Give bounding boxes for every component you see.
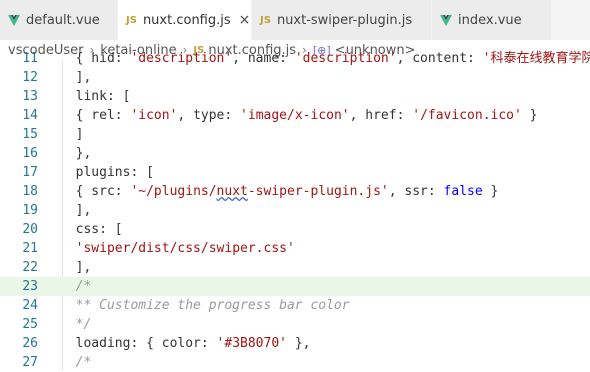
code-line[interactable]: 13 link: [ [0,87,590,106]
code-line[interactable]: 27 /* [0,353,590,372]
tab-label: nuxt-swiper-plugin.js [276,12,413,28]
code-line[interactable]: 20 css: [ [0,220,590,239]
code-text: 'swiper/dist/css/swiper.css' [75,241,295,256]
line-number: 23 [22,279,38,294]
tab-label: index.vue [458,12,522,28]
code-line[interactable]: 12 ], [0,68,590,87]
code-text: { src: '~/plugins/nuxt-swiper-plugin.js'… [60,184,499,199]
line-number: 25 [22,317,38,332]
code-line[interactable]: 18 { src: '~/plugins/nuxt-swiper-plugin.… [0,182,590,201]
close-icon[interactable]: × [239,12,251,28]
code-text: { hid: 'description', name: 'description… [60,51,590,66]
code-line[interactable]: 11 { hid: 'description', name: 'descript… [0,49,590,68]
tab-label: default.vue [26,12,100,28]
code-text: /* [60,355,92,370]
code-line[interactable]: 14 { rel: 'icon', type: 'image/x-icon', … [0,106,590,125]
code-line[interactable]: 19 ], [0,201,590,220]
line-number: 16 [22,146,38,161]
js-icon: JS [126,14,137,26]
line-number: 17 [22,165,38,180]
code-text: link: [ [60,89,131,104]
line-number: 12 [22,70,38,85]
code-text: ], [60,260,92,275]
code-text: ] [60,127,84,142]
code-line[interactable]: 25 */ [0,315,590,334]
line-number: 27 [22,355,38,370]
tab-nuxt-swiper-plugin-js[interactable]: JS nuxt-swiper-plugin.js [252,0,432,40]
line-number: 14 [22,108,38,123]
code-text: ], [60,203,92,218]
tab-nuxt-config-js[interactable]: JS nuxt.config.js × [118,0,252,40]
code-text: plugins: [ [60,165,154,180]
code-line[interactable]: 21 'swiper/dist/css/swiper.css' [0,239,590,258]
code-line[interactable]: 26 loading: { color: '#3B8070' }, [0,334,590,353]
code-line[interactable]: 17 plugins: [ [0,163,590,182]
code-line[interactable]: 22 ], [0,258,590,277]
vue-icon [8,14,20,26]
code-text: css: [ [60,222,123,237]
line-number: 13 [22,89,38,104]
line-number: 20 [22,222,38,237]
code-line[interactable]: 16 }, [0,144,590,163]
code-text: */ [60,317,92,332]
line-number: 11 [22,51,38,66]
code-line[interactable]: 23 /* [0,277,590,296]
tab-default-vue[interactable]: default.vue [0,0,118,40]
line-number: 18 [22,184,38,199]
code-text: }, [60,146,92,161]
code-line[interactable]: 24 ** Customize the progress bar color [0,296,590,315]
tab-bar: default.vue JS nuxt.config.js × JS nuxt-… [0,0,590,40]
code-editor[interactable]: 11 { hid: 'description', name: 'descript… [0,51,590,372]
line-number: 24 [22,298,38,313]
line-number: 19 [22,203,38,218]
line-number: 15 [22,127,38,142]
line-number: 21 [22,241,38,256]
tab-label: nuxt.config.js [142,12,231,28]
code-text: /* [60,279,92,294]
tab-index-vue[interactable]: index.vue [432,0,552,40]
line-number: 26 [22,336,38,351]
vue-icon [440,14,452,26]
code-text: loading: { color: '#3B8070' }, [60,336,311,351]
code-text: ], [60,70,92,85]
js-icon: JS [260,14,271,26]
code-text: ** Customize the progress bar color [60,298,350,313]
code-line[interactable]: 15 ] [0,125,590,144]
line-number: 22 [22,260,38,275]
code-text: { rel: 'icon', type: 'image/x-icon', hre… [60,108,538,123]
